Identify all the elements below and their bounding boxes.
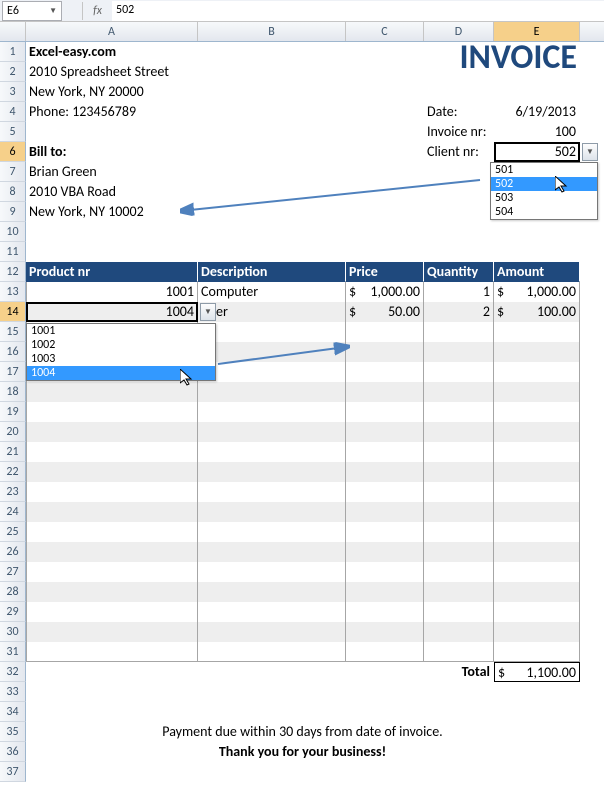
row-header[interactable]: 9 — [0, 202, 26, 222]
col-header-a[interactable]: A — [26, 22, 198, 41]
company-name[interactable]: Excel-easy.com — [26, 42, 198, 62]
th-price[interactable]: Price — [346, 262, 424, 282]
row-header[interactable]: 30 — [0, 622, 26, 642]
dropdown-item[interactable]: 501 — [491, 163, 597, 177]
dropdown-item[interactable]: 503 — [491, 191, 597, 205]
col-header-c[interactable]: C — [346, 22, 424, 41]
client-nr-label[interactable]: Client nr: — [424, 142, 494, 162]
dropdown-button-client[interactable]: ▼ — [582, 143, 598, 161]
row-header[interactable]: 32 — [0, 662, 26, 682]
row-header[interactable]: 35 — [0, 722, 26, 742]
row-header[interactable]: 7 — [0, 162, 26, 182]
row-header[interactable]: 36 — [0, 742, 26, 762]
row-header[interactable]: 33 — [0, 682, 26, 702]
row-header[interactable]: 26 — [0, 542, 26, 562]
chevron-down-icon[interactable]: ▼ — [49, 6, 57, 16]
total-label[interactable]: Total — [424, 662, 494, 682]
cell-qty[interactable]: 2 — [424, 302, 494, 322]
client-nr-value[interactable]: 502 — [494, 142, 580, 162]
row-header[interactable]: 6 — [0, 142, 26, 162]
company-phone[interactable]: Phone: 123456789 — [26, 102, 198, 122]
date-value[interactable]: 6/19/2013 — [494, 102, 580, 122]
cell-desc[interactable]: Computer — [198, 282, 346, 302]
invoice-nr-label[interactable]: Invoice nr: — [424, 122, 494, 142]
row-header[interactable]: 37 — [0, 762, 26, 782]
dropdown-item[interactable]: 1001 — [27, 324, 215, 338]
row-header[interactable]: 20 — [0, 422, 26, 442]
billto-street[interactable]: 2010 VBA Road — [26, 182, 198, 202]
row-header[interactable]: 28 — [0, 582, 26, 602]
row-header[interactable]: 27 — [0, 562, 26, 582]
row-header[interactable]: 21 — [0, 442, 26, 462]
row-header[interactable]: 1 — [0, 42, 26, 62]
th-product[interactable]: Product nr — [26, 262, 198, 282]
row-header[interactable]: 16 — [0, 342, 26, 362]
row-header[interactable]: 3 — [0, 82, 26, 102]
company-street[interactable]: 2010 Spreadsheet Street — [26, 62, 198, 82]
cell-product[interactable]: 1004 — [26, 302, 198, 322]
cell-amount[interactable]: $1,000.00 — [494, 282, 580, 302]
total-value[interactable]: $1,100.00 — [494, 662, 580, 682]
row-header[interactable]: 29 — [0, 602, 26, 622]
cell-price[interactable]: $1,000.00 — [346, 282, 424, 302]
date-label[interactable]: Date: — [424, 102, 494, 122]
th-qty[interactable]: Quantity — [424, 262, 494, 282]
formula-input[interactable]: 502 — [112, 1, 604, 21]
row-header[interactable]: 22 — [0, 462, 26, 482]
row-header[interactable]: 2 — [0, 62, 26, 82]
row-header[interactable]: 13 — [0, 282, 26, 302]
cell-desc[interactable]: inter — [198, 302, 346, 322]
col-header-b[interactable]: B — [198, 22, 346, 41]
dropdown-item[interactable]: 1003 — [27, 352, 215, 366]
billto-name[interactable]: Brian Green — [26, 162, 198, 182]
name-box-value: E6 — [7, 4, 19, 18]
row-header[interactable]: 12 — [0, 262, 26, 282]
dropdown-item[interactable]: 504 — [491, 205, 597, 219]
row-header[interactable]: 25 — [0, 522, 26, 542]
row-header[interactable]: 19 — [0, 402, 26, 422]
row-header[interactable]: 11 — [0, 242, 26, 262]
th-desc[interactable]: Description — [198, 262, 346, 282]
invoice-nr-value[interactable]: 100 — [494, 122, 580, 142]
th-amount[interactable]: Amount — [494, 262, 580, 282]
select-all-corner[interactable] — [0, 22, 26, 41]
dropdown-item[interactable]: 502 — [491, 177, 597, 191]
row-header[interactable]: 5 — [0, 122, 26, 142]
cell-amount[interactable]: $100.00 — [494, 302, 580, 322]
grid-body[interactable]: 1 Excel-easy.com INVOICE 2 2010 Spreadsh… — [0, 42, 604, 782]
dropdown-button-product[interactable]: ▼ — [200, 303, 216, 321]
company-city[interactable]: New York, NY 20000 — [26, 82, 198, 102]
row-header[interactable]: 8 — [0, 182, 26, 202]
fx-icon[interactable]: fx — [82, 2, 112, 20]
row-header[interactable]: 34 — [0, 702, 26, 722]
row-header[interactable]: 18 — [0, 382, 26, 402]
cell-price[interactable]: $50.00 — [346, 302, 424, 322]
formula-bar: E6 ▼ fx 502 — [0, 0, 604, 22]
row-header[interactable]: 4 — [0, 102, 26, 122]
footer-line1[interactable]: Payment due within 30 days from date of … — [26, 722, 580, 742]
footer-line2[interactable]: Thank you for your business! — [26, 742, 580, 762]
cell-product[interactable]: 1001 — [26, 282, 198, 302]
row-header[interactable]: 24 — [0, 502, 26, 522]
name-box[interactable]: E6 ▼ — [2, 1, 62, 21]
row-header[interactable]: 10 — [0, 222, 26, 242]
row-header[interactable]: 31 — [0, 642, 26, 662]
dropdown-list-client[interactable]: 501 502 503 504 — [490, 162, 598, 220]
row-header[interactable]: 17 — [0, 362, 26, 382]
cell-qty[interactable]: 1 — [424, 282, 494, 302]
row-header[interactable]: 15 — [0, 322, 26, 342]
row-header[interactable]: 23 — [0, 482, 26, 502]
dropdown-list-product[interactable]: 1001 1002 1003 1004 — [26, 323, 216, 381]
row-header[interactable]: 14 — [0, 302, 26, 322]
billto-city[interactable]: New York, NY 10002 — [26, 202, 198, 222]
dropdown-item[interactable]: 1004 — [27, 366, 215, 380]
dropdown-item[interactable]: 1002 — [27, 338, 215, 352]
billto-label[interactable]: Bill to: — [26, 142, 198, 162]
